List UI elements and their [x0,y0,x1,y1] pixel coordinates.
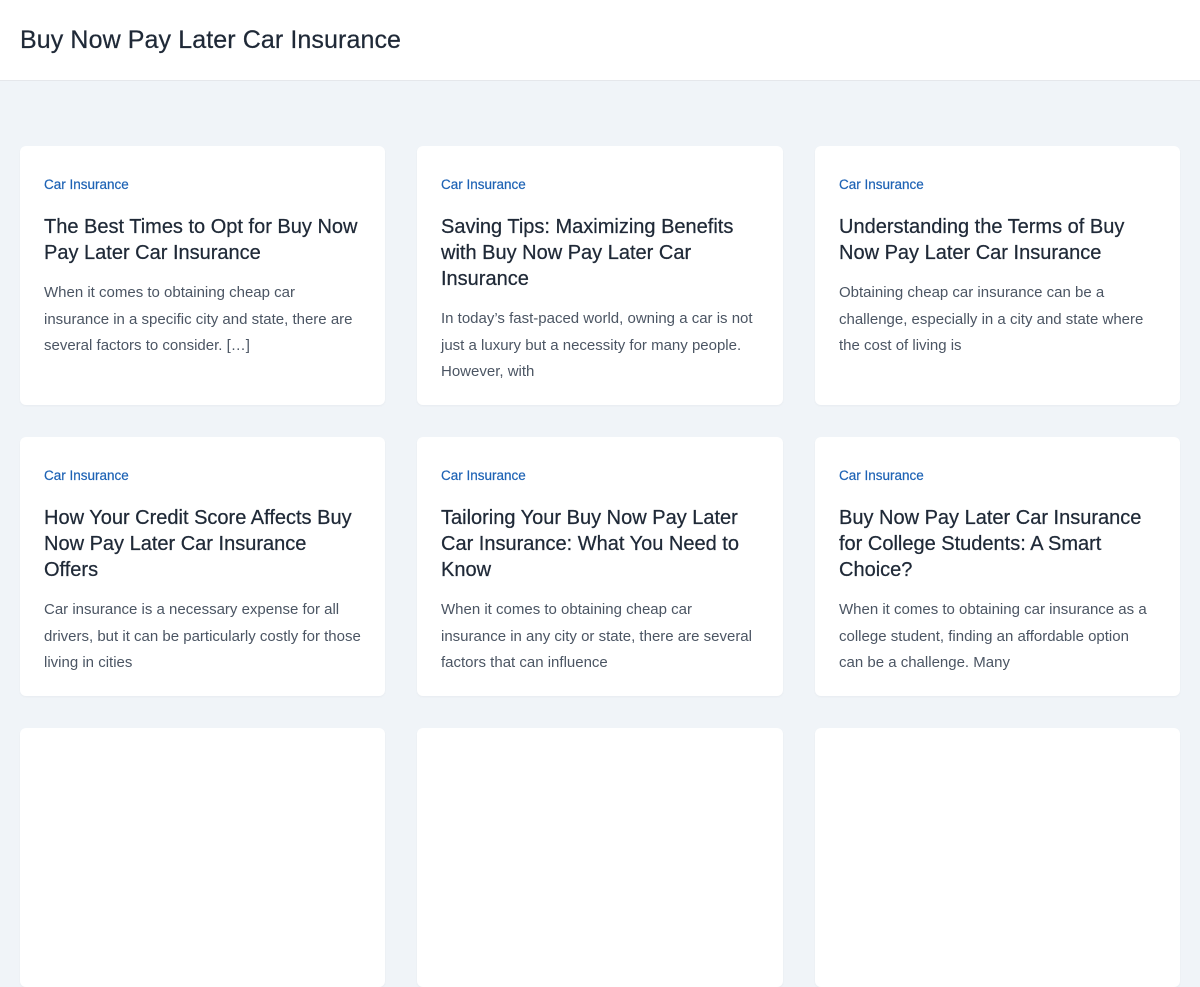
post-excerpt: When it comes to obtaining cheap car ins… [441,601,752,671]
post-title[interactable]: The Best Times to Opt for Buy Now Pay La… [44,214,361,266]
post-excerpt: When it comes to obtaining car insurance… [839,601,1147,671]
post-category-link[interactable]: Car Insurance [441,177,526,192]
site-header: Buy Now Pay Later Car Insurance [0,0,1200,81]
post-excerpt: Obtaining cheap car insurance can be a c… [839,284,1144,354]
post-title[interactable]: Buy Now Pay Later Car Insurance for Coll… [839,505,1156,583]
site-title[interactable]: Buy Now Pay Later Car Insurance [20,25,401,55]
post-excerpt: Car insurance is a necessary expense for… [44,601,361,671]
post-card: Car Insurance Tailoring Your Buy Now Pay… [417,437,783,696]
post-grid: Car Insurance The Best Times to Opt for … [20,146,1180,987]
post-excerpt: In today’s fast-paced world, owning a ca… [441,310,753,380]
post-excerpt: When it comes to obtaining cheap car ins… [44,284,353,354]
post-card: Car Insurance Buy Now Pay Later Car Insu… [815,437,1180,696]
post-category-link[interactable]: Car Insurance [839,468,924,483]
post-title[interactable]: Saving Tips: Maximizing Benefits with Bu… [441,214,759,292]
post-title[interactable]: Tailoring Your Buy Now Pay Later Car Ins… [441,505,759,583]
post-card: Car Insurance How Your Credit Score Affe… [20,437,385,696]
post-category-link[interactable]: Car Insurance [44,177,129,192]
post-category-link[interactable]: Car Insurance [839,177,924,192]
post-title[interactable]: Understanding the Terms of Buy Now Pay L… [839,214,1156,266]
post-card: Car Insurance The Best Times to Opt for … [20,146,385,405]
post-category-link[interactable]: Car Insurance [44,468,129,483]
post-card-partial [417,728,783,987]
post-title[interactable]: How Your Credit Score Affects Buy Now Pa… [44,505,361,583]
post-card: Car Insurance Saving Tips: Maximizing Be… [417,146,783,405]
post-card-partial [20,728,385,987]
post-card: Car Insurance Understanding the Terms of… [815,146,1180,405]
post-card-partial [815,728,1180,987]
post-category-link[interactable]: Car Insurance [441,468,526,483]
